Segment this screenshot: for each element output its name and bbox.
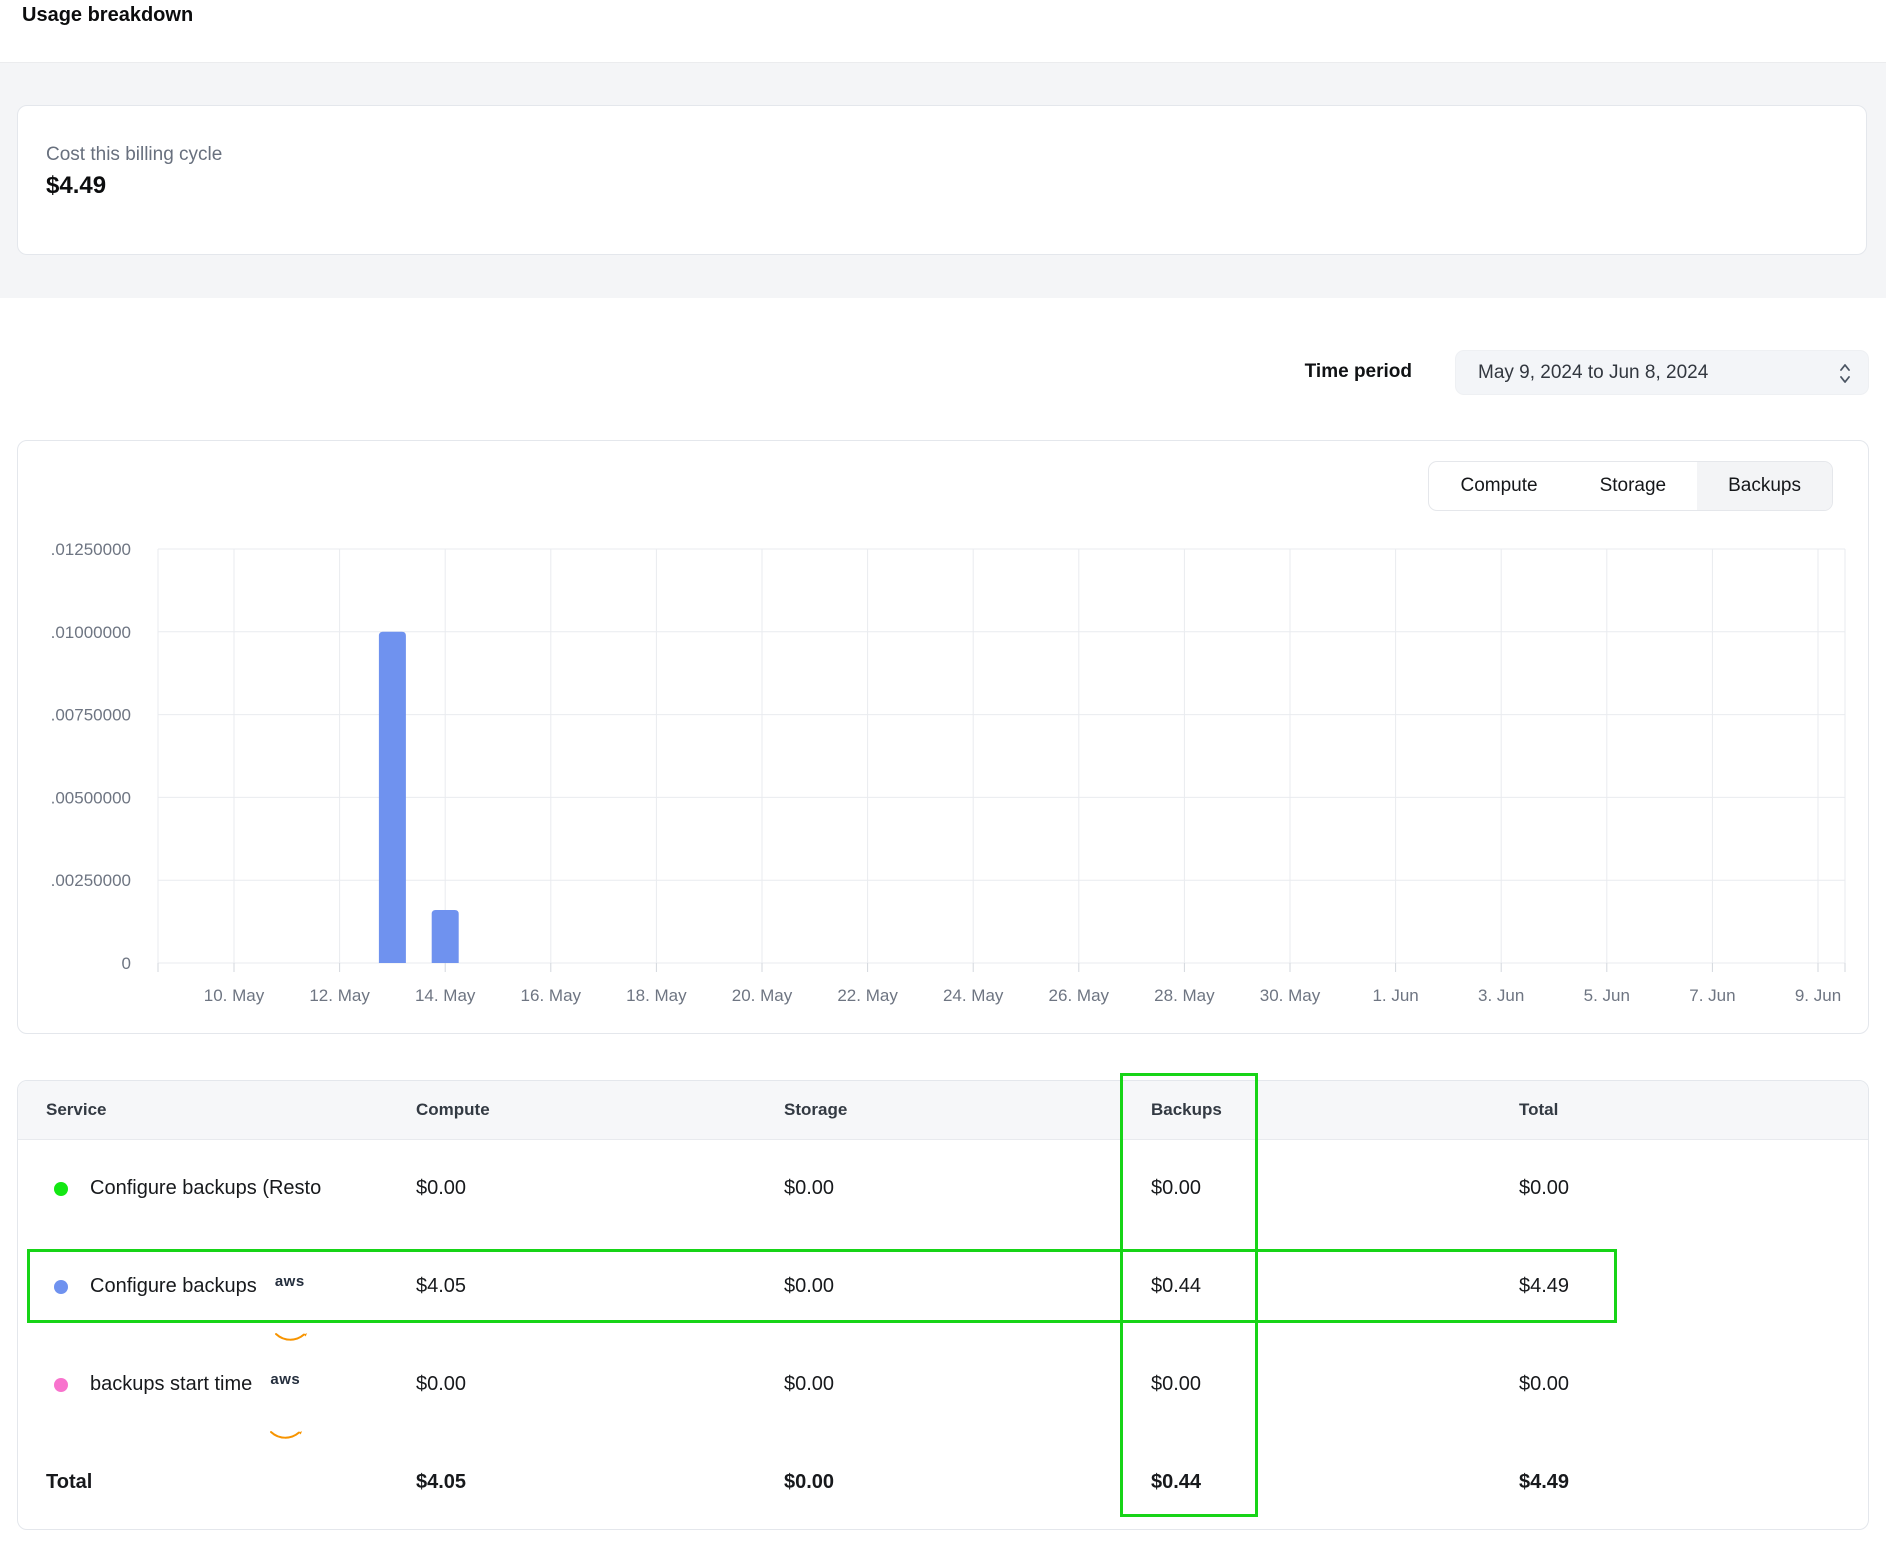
- time-period-select[interactable]: May 9, 2024 to Jun 8, 2024: [1455, 350, 1869, 395]
- backups-value-cell: $0.44: [1151, 1237, 1201, 1335]
- x-axis-label: 12. May: [309, 986, 370, 1005]
- column-header-total: Total: [1519, 1081, 1558, 1139]
- chart-bar[interactable]: [379, 632, 406, 963]
- column-header-service: Service: [46, 1081, 107, 1139]
- x-axis-label: 20. May: [732, 986, 793, 1005]
- total-total-value-cell: $4.49: [1519, 1433, 1569, 1530]
- table-total-row: Total $4.05 $0.00 $0.44 $4.49: [18, 1433, 1868, 1530]
- billing-summary-band: Cost this billing cycle $4.49: [0, 62, 1886, 298]
- x-axis-label: 1. Jun: [1372, 986, 1418, 1005]
- total-compute-value-cell: $4.05: [416, 1433, 466, 1530]
- x-axis-label: 16. May: [521, 986, 582, 1005]
- compute-value-cell: $4.05: [416, 1237, 466, 1335]
- series-color-dot: [54, 1378, 68, 1392]
- service-name: backups start time: [90, 1335, 252, 1433]
- aws-logo-text: aws: [273, 1275, 307, 1288]
- column-header-compute: Compute: [416, 1081, 490, 1139]
- series-color-dot: [54, 1280, 68, 1294]
- x-axis-label: 3. Jun: [1478, 986, 1524, 1005]
- x-axis-label: 7. Jun: [1689, 986, 1735, 1005]
- total-value-cell: $0.00: [1519, 1139, 1569, 1237]
- y-axis-label: .01000000: [51, 623, 131, 642]
- cost-card-amount: $4.49: [46, 172, 106, 200]
- backups-value-cell: $0.00: [1151, 1139, 1201, 1237]
- x-axis-label: 22. May: [837, 986, 898, 1005]
- x-axis-label: 24. May: [943, 986, 1004, 1005]
- cost-card-label: Cost this billing cycle: [46, 144, 222, 166]
- tab-storage[interactable]: Storage: [1569, 462, 1698, 510]
- y-axis-label: .00250000: [51, 871, 131, 890]
- usage-chart-card: .01250000 .01000000 .00750000 .00500000 .002…: [17, 440, 1869, 1034]
- x-axis-label: 10. May: [204, 986, 265, 1005]
- page-title: Usage breakdown: [22, 4, 193, 27]
- compute-value-cell: $0.00: [416, 1139, 466, 1237]
- tab-backups[interactable]: Backups: [1697, 462, 1832, 510]
- select-chevrons-icon: [1838, 362, 1852, 390]
- y-axis-label: .01250000: [51, 540, 131, 559]
- series-color-dot: [54, 1182, 68, 1196]
- x-axis-label: 30. May: [1260, 986, 1321, 1005]
- storage-value-cell: $0.00: [784, 1139, 834, 1237]
- total-value-cell: $0.00: [1519, 1335, 1569, 1433]
- time-period-value: May 9, 2024 to Jun 8, 2024: [1478, 351, 1708, 394]
- x-axis-label: 18. May: [626, 986, 687, 1005]
- x-axis-label: 5. Jun: [1584, 986, 1630, 1005]
- storage-value-cell: $0.00: [784, 1237, 834, 1335]
- total-row-label: Total: [46, 1433, 92, 1530]
- billing-cycle-cost-card: Cost this billing cycle $4.49: [17, 105, 1867, 255]
- aws-logo-icon: aws: [273, 1275, 307, 1302]
- x-axis-label: 28. May: [1154, 986, 1215, 1005]
- x-axis-label: 14. May: [415, 986, 476, 1005]
- compute-value-cell: $0.00: [416, 1335, 466, 1433]
- chart-bar[interactable]: [432, 910, 459, 963]
- total-storage-value-cell: $0.00: [784, 1433, 834, 1530]
- table-row: Configure backups (Resto $0.00 $0.00 $0.00 $…: [18, 1139, 1868, 1237]
- total-backups-value-cell: $0.44: [1151, 1433, 1201, 1530]
- column-header-backups: Backups: [1151, 1081, 1222, 1139]
- service-name: Configure backups: [90, 1237, 257, 1335]
- y-axis-label: 0: [122, 954, 131, 973]
- service-cell: backups start time aws: [90, 1335, 302, 1433]
- service-cell: Configure backups aws: [90, 1237, 307, 1335]
- service-name: Configure backups (Resto: [90, 1139, 321, 1237]
- x-axis-label: 26. May: [1049, 986, 1110, 1005]
- chart-metric-tabs: Compute Storage Backups: [1428, 461, 1833, 511]
- table-row: Configure backups aws $4.05 $0.00 $0.44 $4.49: [18, 1237, 1868, 1335]
- total-value-cell: $4.49: [1519, 1237, 1569, 1335]
- column-header-storage: Storage: [784, 1081, 847, 1139]
- aws-logo-icon: aws: [268, 1373, 302, 1400]
- y-axis-label: .00750000: [51, 706, 131, 725]
- service-cell: Configure backups (Resto: [90, 1139, 321, 1237]
- x-axis-label: 9. Jun: [1795, 986, 1841, 1005]
- usage-breakdown-table: Service Compute Storage Backups Total Co…: [17, 1080, 1869, 1530]
- usage-bar-chart: .01250000 .01000000 .00750000 .00500000 .002…: [18, 441, 1868, 1033]
- time-period-label: Time period: [1305, 361, 1412, 383]
- y-axis-label: .00500000: [51, 788, 131, 807]
- table-row: backups start time aws $0.00 $0.00 $0.00 $0.0…: [18, 1335, 1868, 1433]
- aws-logo-text: aws: [268, 1373, 302, 1386]
- table-header-row: Service Compute Storage Backups Total: [18, 1081, 1868, 1140]
- tab-compute[interactable]: Compute: [1429, 462, 1568, 510]
- backups-value-cell: $0.00: [1151, 1335, 1201, 1433]
- storage-value-cell: $0.00: [784, 1335, 834, 1433]
